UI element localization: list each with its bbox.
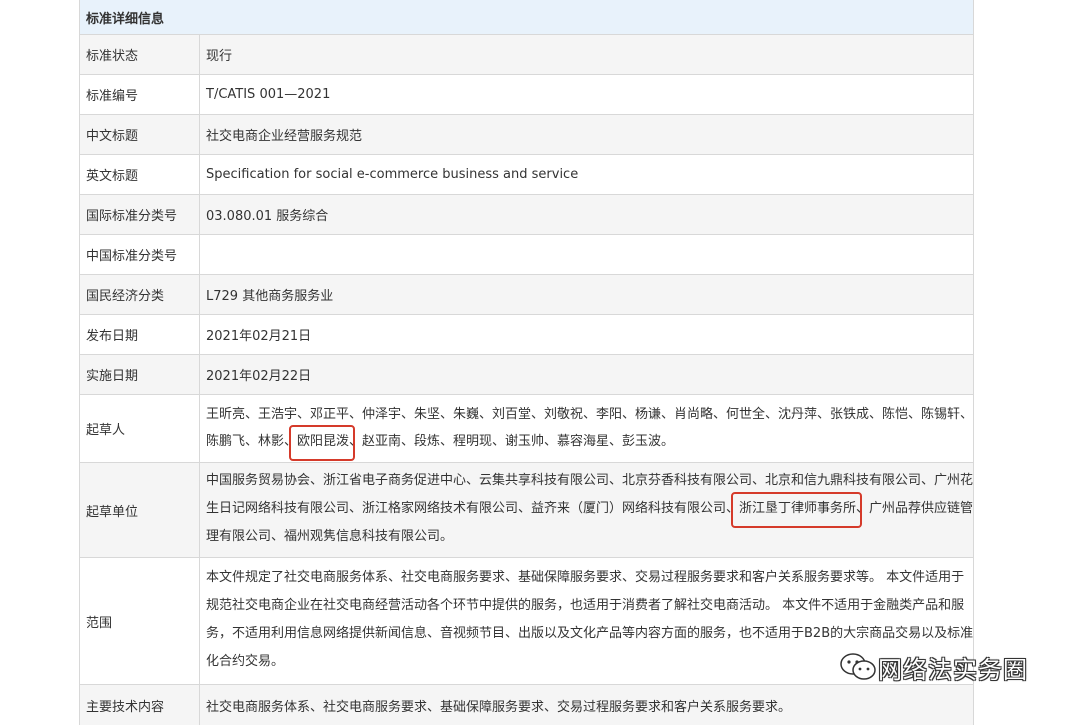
units-text: 生日记网络科技有限公司、浙江格家网络技术有限公司、益齐来（厦门）网络科技有限公司… (206, 501, 740, 516)
row-value: 现行 (206, 49, 233, 64)
row-value: Specification for social e-commerce busi… (206, 167, 579, 182)
row-drafting-units: 起草单位 中国服务贸易协会、浙江省电子商务促进中心、云集共享科技有限公司、北京芬… (80, 463, 973, 558)
row-value: T/CATIS 001—2021 (206, 87, 331, 102)
row-label: 发布日期 (80, 315, 200, 354)
watermark: 网络法实务圈 (838, 650, 1028, 684)
units-text: 、广州品荐供应链管 (856, 501, 974, 516)
row-label: 标准状态 (80, 35, 200, 74)
row-label: 中国标准分类号 (80, 235, 200, 274)
row-economic-class: 国民经济分类 L729 其他商务服务业 (80, 275, 973, 315)
row-value: 中国服务贸易协会、浙江省电子商务促进中心、云集共享科技有限公司、北京芬香科技有限… (200, 463, 979, 557)
row-status: 标准状态 现行 (80, 35, 973, 75)
row-label: 标准编号 (80, 75, 200, 114)
drafters-line: 王昕亮、王浩宇、邓正平、仲泽宇、朱坚、朱巍、刘百堂、刘敬祝、李阳、杨谦、肖尚略、… (206, 407, 974, 422)
row-chinese-title: 中文标题 社交电商企业经营服务规范 (80, 115, 973, 155)
row-value: 王昕亮、王浩宇、邓正平、仲泽宇、朱坚、朱巍、刘百堂、刘敬祝、李阳、杨谦、肖尚略、… (200, 395, 979, 462)
drafters-line: 陈鹏飞、林影、欧阳昆泼、赵亚南、段炼、程明现、谢玉帅、慕容海星、彭玉波。 (206, 428, 973, 455)
drafters-text: 陈鹏飞、林影、 (206, 434, 298, 449)
row-label: 中文标题 (80, 115, 200, 154)
row-label: 英文标题 (80, 155, 200, 194)
row-label: 起草人 (80, 395, 200, 462)
row-value: 2021年02月21日 (206, 329, 312, 344)
row-label: 国民经济分类 (80, 275, 200, 314)
row-label: 主要技术内容 (80, 685, 200, 725)
row-label: 国际标准分类号 (80, 195, 200, 234)
row-tech-content: 主要技术内容 社交电商服务体系、社交电商服务要求、基础保障服务要求、交易过程服务… (80, 685, 973, 725)
row-label: 范围 (80, 558, 200, 684)
row-standard-number: 标准编号 T/CATIS 001—2021 (80, 75, 973, 115)
standard-detail-table: 标准详细信息 标准状态 现行 标准编号 T/CATIS 001—2021 中文标… (79, 0, 974, 725)
row-ccs: 中国标准分类号 (80, 235, 973, 275)
row-drafters: 起草人 王昕亮、王浩宇、邓正平、仲泽宇、朱坚、朱巍、刘百堂、刘敬祝、李阳、杨谦、… (80, 395, 973, 463)
row-value: 社交电商服务体系、社交电商服务要求、基础保障服务要求、交易过程服务要求和客户关系… (206, 699, 792, 715)
units-line: 生日记网络科技有限公司、浙江格家网络技术有限公司、益齐来（厦门）网络科技有限公司… (206, 495, 973, 523)
row-publish-date: 发布日期 2021年02月21日 (80, 315, 973, 355)
watermark-text: 网络法实务圈 (878, 655, 1028, 684)
units-line: 中国服务贸易协会、浙江省电子商务促进中心、云集共享科技有限公司、北京芬香科技有限… (206, 473, 974, 488)
row-english-title: 英文标题 Specification for social e-commerce… (80, 155, 973, 195)
row-value: 2021年02月22日 (206, 369, 312, 384)
row-ics: 国际标准分类号 03.080.01 服务综合 (80, 195, 973, 235)
scope-line: 本文件规定了社交电商服务体系、社交电商服务要求、基础保障服务要求、交易过程服务要… (206, 570, 965, 585)
row-value: 03.080.01 服务综合 (206, 209, 329, 224)
wechat-icon (840, 653, 876, 680)
scope-line: 规范社交电商企业在社交电商经营活动各个环节中提供的服务，也适用于消费者了解社交电… (206, 598, 965, 613)
scope-line: 务，不适用利用信息网络提供新闻信息、音视频节目、出版以及文化产品等内容方面的服务… (206, 626, 974, 641)
row-label: 实施日期 (80, 355, 200, 394)
row-value: L729 其他商务服务业 (206, 289, 334, 304)
highlighted-unit: 浙江垦丁律师事务所 (739, 501, 857, 516)
row-label: 起草单位 (80, 463, 200, 557)
row-value (200, 235, 973, 274)
drafters-text: 、赵亚南、段炼、程明现、谢玉帅、慕容海星、彭玉波。 (349, 434, 675, 449)
highlighted-drafter: 欧阳昆泼 (297, 434, 350, 449)
table-header: 标准详细信息 (80, 0, 973, 35)
row-value: 社交电商企业经营服务规范 (206, 129, 363, 144)
row-effective-date: 实施日期 2021年02月22日 (80, 355, 973, 395)
